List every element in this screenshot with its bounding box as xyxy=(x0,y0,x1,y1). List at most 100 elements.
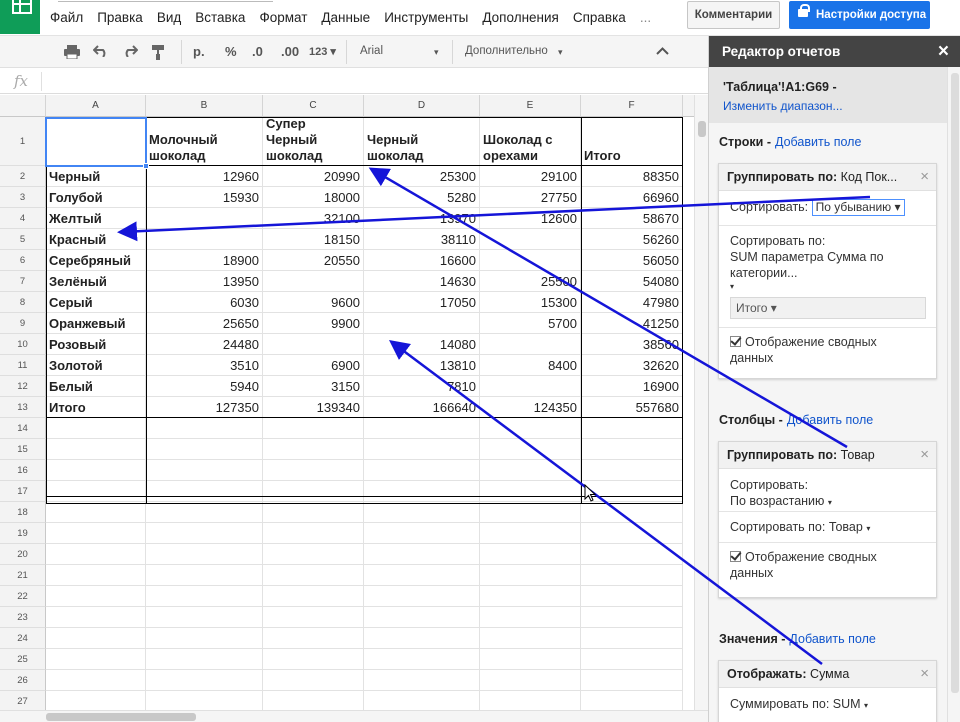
change-range-link[interactable]: Изменить диапазон... xyxy=(723,99,947,113)
paint-format-icon[interactable] xyxy=(152,45,164,60)
add-value-field-link[interactable]: Добавить поле xyxy=(789,632,875,646)
row-header[interactable]: 19 xyxy=(0,523,46,544)
table-cell[interactable] xyxy=(581,691,683,710)
row-show-totals[interactable]: Отображение сводных данных xyxy=(719,328,936,366)
table-cell[interactable]: 32100 xyxy=(263,208,364,229)
table-cell[interactable]: 124350 xyxy=(480,397,581,418)
header-cell[interactable]: Черный шоколад xyxy=(364,117,480,166)
column-header[interactable]: C xyxy=(263,95,364,117)
table-cell[interactable]: 17050 xyxy=(364,292,480,313)
table-cell[interactable] xyxy=(46,649,146,670)
table-cell[interactable] xyxy=(46,691,146,710)
table-cell[interactable] xyxy=(146,607,263,628)
table-cell[interactable] xyxy=(146,586,263,607)
row-header[interactable]: 1 xyxy=(0,117,46,166)
table-cell[interactable]: 5700 xyxy=(480,313,581,334)
table-cell[interactable] xyxy=(46,670,146,691)
table-cell[interactable]: 25300 xyxy=(364,166,480,187)
table-cell[interactable]: 13970 xyxy=(364,208,480,229)
table-cell[interactable] xyxy=(46,607,146,628)
increase-decimal-button[interactable]: .00 xyxy=(281,44,299,59)
table-cell[interactable] xyxy=(364,481,480,502)
row-header[interactable]: 12 xyxy=(0,376,46,397)
table-cell[interactable] xyxy=(263,628,364,649)
row-sort-by-select[interactable]: Итого ▾ xyxy=(730,297,926,319)
row-sort-select[interactable]: По убыванию ▾ xyxy=(811,199,905,216)
table-cell[interactable] xyxy=(480,439,581,460)
table-cell[interactable]: Серебряный xyxy=(46,250,146,271)
table-cell[interactable] xyxy=(46,418,146,439)
table-cell[interactable] xyxy=(581,481,683,502)
table-cell[interactable]: 47980 xyxy=(581,292,683,313)
row-header[interactable]: 23 xyxy=(0,607,46,628)
table-cell[interactable] xyxy=(263,565,364,586)
row-header[interactable]: 6 xyxy=(0,250,46,271)
table-cell[interactable] xyxy=(364,313,480,334)
table-cell[interactable] xyxy=(581,418,683,439)
table-cell[interactable] xyxy=(46,481,146,502)
more-formats-button[interactable]: 123 ▾ xyxy=(309,45,336,58)
menu-data[interactable]: Данные xyxy=(321,10,370,25)
table-cell[interactable]: 27750 xyxy=(480,187,581,208)
menu-view[interactable]: Вид xyxy=(157,10,181,25)
row-header[interactable]: 9 xyxy=(0,313,46,334)
row-header[interactable]: 11 xyxy=(0,355,46,376)
document-title[interactable] xyxy=(58,0,273,2)
table-cell[interactable] xyxy=(364,670,480,691)
table-cell[interactable]: 13950 xyxy=(146,271,263,292)
table-cell[interactable] xyxy=(46,586,146,607)
table-cell[interactable] xyxy=(581,460,683,481)
menu-edit[interactable]: Правка xyxy=(97,10,143,25)
column-header[interactable]: F xyxy=(581,95,683,117)
row-header[interactable]: 27 xyxy=(0,691,46,710)
menu-insert[interactable]: Вставка xyxy=(195,10,245,25)
table-cell[interactable] xyxy=(263,418,364,439)
table-cell[interactable]: Итого xyxy=(46,397,146,418)
table-cell[interactable] xyxy=(480,607,581,628)
percent-format-button[interactable]: % xyxy=(225,44,237,59)
close-icon[interactable]: × xyxy=(938,36,949,67)
table-cell[interactable] xyxy=(581,544,683,565)
table-cell[interactable] xyxy=(146,523,263,544)
table-cell[interactable] xyxy=(263,649,364,670)
table-cell[interactable] xyxy=(480,649,581,670)
table-cell[interactable]: 18900 xyxy=(146,250,263,271)
table-cell[interactable] xyxy=(480,523,581,544)
table-cell[interactable] xyxy=(263,460,364,481)
row-header[interactable]: 3 xyxy=(0,187,46,208)
table-cell[interactable]: 13810 xyxy=(364,355,480,376)
table-cell[interactable] xyxy=(480,460,581,481)
column-header[interactable] xyxy=(683,95,694,117)
table-cell[interactable]: 14630 xyxy=(364,271,480,292)
table-cell[interactable] xyxy=(364,460,480,481)
row-header[interactable]: 2 xyxy=(0,166,46,187)
row-header[interactable]: 20 xyxy=(0,544,46,565)
table-cell[interactable] xyxy=(364,523,480,544)
table-cell[interactable] xyxy=(146,481,263,502)
remove-column-field-icon[interactable]: × xyxy=(920,446,929,463)
table-cell[interactable] xyxy=(581,607,683,628)
header-cell[interactable]: Супер Черный шоколад xyxy=(263,117,364,166)
table-cell[interactable] xyxy=(364,649,480,670)
share-button[interactable]: Настройки доступа xyxy=(789,1,930,29)
horizontal-scrollbar[interactable] xyxy=(0,710,708,722)
table-cell[interactable]: 24480 xyxy=(146,334,263,355)
header-cell[interactable]: Итого xyxy=(581,117,683,166)
table-cell[interactable] xyxy=(146,208,263,229)
row-header[interactable]: 7 xyxy=(0,271,46,292)
row-header[interactable]: 26 xyxy=(0,670,46,691)
table-cell[interactable]: Серый xyxy=(46,292,146,313)
row-header[interactable]: 22 xyxy=(0,586,46,607)
table-cell[interactable]: 8400 xyxy=(480,355,581,376)
table-cell[interactable] xyxy=(480,691,581,710)
table-cell[interactable]: 12960 xyxy=(146,166,263,187)
table-cell[interactable] xyxy=(480,565,581,586)
table-cell[interactable]: 20990 xyxy=(263,166,364,187)
table-cell[interactable] xyxy=(263,523,364,544)
column-sort-select[interactable]: По возрастанию ▾ xyxy=(730,493,925,511)
table-cell[interactable] xyxy=(480,544,581,565)
table-cell[interactable]: 54080 xyxy=(581,271,683,292)
table-cell[interactable]: 5280 xyxy=(364,187,480,208)
column-header[interactable]: A xyxy=(46,95,146,117)
table-cell[interactable] xyxy=(146,229,263,250)
